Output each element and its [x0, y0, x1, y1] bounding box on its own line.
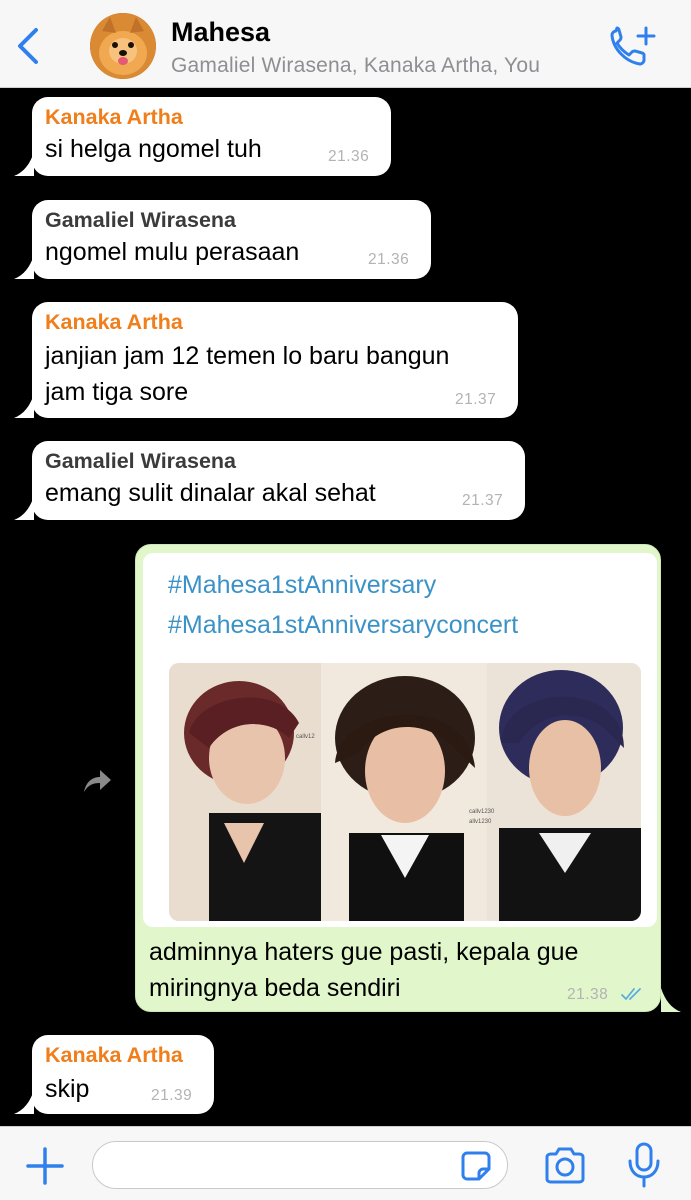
sticker-icon [461, 1151, 491, 1181]
message-sender: Kanaka Artha [45, 310, 183, 334]
message-bubble[interactable]: Gamaliel Wirasena emang sulit dinalar ak… [32, 441, 525, 520]
message-time: 21.39 [151, 1087, 193, 1104]
camera-button[interactable] [542, 1145, 588, 1187]
message-input-bar [0, 1126, 691, 1200]
voice-message-button[interactable] [626, 1141, 662, 1189]
back-chevron-icon [18, 28, 38, 64]
message-bubble[interactable]: Kanaka Artha skip 21.39 [32, 1035, 214, 1114]
message-time: 21.37 [455, 391, 497, 408]
message-text: emang sulit dinalar akal sehat [45, 479, 376, 507]
message-text: si helga ngomel tuh [45, 135, 262, 163]
message-time: 21.36 [368, 251, 410, 268]
message-sender: Kanaka Artha [45, 105, 183, 129]
bubble-tail [14, 394, 34, 418]
add-call-button[interactable] [608, 24, 660, 70]
group-avatar[interactable] [90, 13, 156, 79]
forward-icon [84, 770, 111, 792]
hashtag-link[interactable]: #Mahesa1stAnniversaryconcert [168, 611, 518, 640]
bubble-tail [14, 255, 34, 279]
call-add-icon [610, 26, 656, 66]
bubble-tail [14, 496, 34, 520]
hashtag-link[interactable]: #Mahesa1stAnniversary [168, 571, 436, 600]
read-receipt-icon [621, 988, 641, 1000]
message-bubble[interactable]: Kanaka Artha janjian jam 12 temen lo bar… [32, 302, 518, 418]
participants-list[interactable]: Gamaliel Wirasena, Kanaka Artha, You [171, 54, 540, 78]
message-text: adminnya haters gue pasti, kepala gue [149, 938, 579, 966]
message-text: ngomel mulu perasaan [45, 238, 300, 266]
message-text: jam tiga sore [45, 378, 189, 406]
plus-icon [26, 1147, 64, 1185]
outgoing-message-bubble[interactable]: #Mahesa1stAnniversary #Mahesa1stAnnivers… [135, 544, 661, 1012]
dog-avatar-image [90, 13, 156, 79]
message-bubble[interactable]: Gamaliel Wirasena ngomel mulu perasaan 2… [32, 200, 431, 279]
chat-title[interactable]: Mahesa [171, 17, 270, 48]
photo-watermark: allv1230 [469, 819, 492, 825]
camera-icon [545, 1147, 585, 1184]
message-text: miringnya beda sendiri [149, 974, 401, 1002]
message-time: 21.36 [328, 148, 370, 165]
message-text: janjian jam 12 temen lo baru bangun [45, 342, 450, 370]
message-sender: Kanaka Artha [45, 1043, 183, 1067]
attach-button[interactable] [24, 1145, 66, 1187]
photo-watermark: callv12 [296, 734, 315, 740]
bubble-tail [14, 152, 34, 176]
message-time: 21.37 [462, 492, 504, 509]
message-text: skip [45, 1075, 90, 1103]
message-input[interactable] [92, 1141, 508, 1189]
photo-watermark: callv1230 [469, 809, 495, 815]
back-button[interactable] [10, 24, 50, 68]
forward-button[interactable] [80, 766, 114, 796]
message-sender: Gamaliel Wirasena [45, 208, 237, 232]
shared-photo[interactable]: callv12 callv1230 allv1230 [169, 663, 641, 921]
message-sender: Gamaliel Wirasena [45, 449, 237, 473]
bubble-tail [661, 988, 681, 1012]
message-bubble[interactable]: Kanaka Artha si helga ngomel tuh 21.36 [32, 97, 391, 176]
link-preview-card[interactable]: #Mahesa1stAnniversary #Mahesa1stAnnivers… [143, 553, 657, 927]
chat-header: Mahesa Gamaliel Wirasena, Kanaka Artha, … [0, 0, 691, 88]
sticker-button[interactable] [459, 1149, 493, 1183]
message-time: 21.38 [567, 986, 609, 1003]
bubble-tail [14, 1090, 34, 1114]
microphone-icon [628, 1142, 660, 1188]
photo-image: callv12 callv1230 allv1230 [169, 663, 641, 921]
